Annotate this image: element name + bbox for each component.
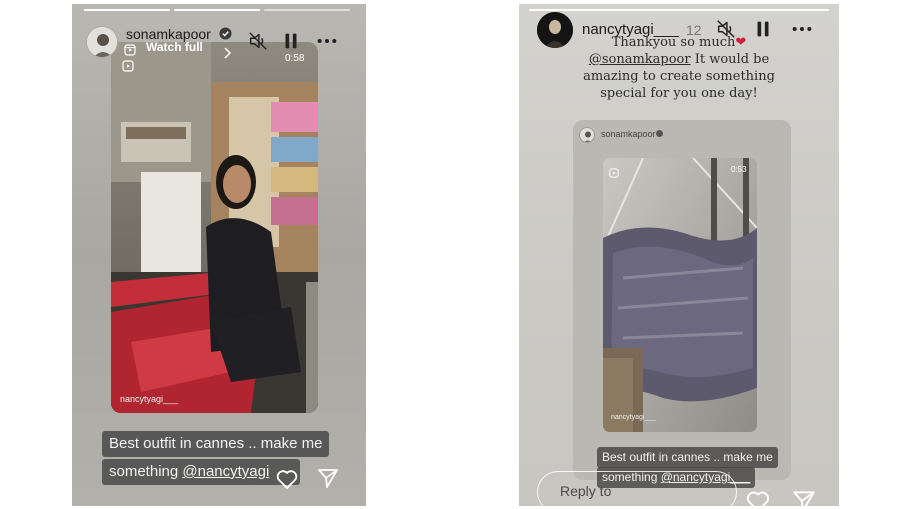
shared-caption-line1: Best outfit in cannes .. make me (597, 447, 778, 468)
like-heart-icon[interactable] (275, 467, 299, 491)
mute-icon[interactable] (247, 30, 269, 52)
like-heart-icon[interactable] (745, 488, 771, 506)
shared-story-card[interactable]: sonamkapoor 0:53 nancytyagi___ Best outf… (573, 120, 791, 480)
story-caption-line1: Best outfit in cannes .. make me (102, 431, 330, 457)
story-progress-segment (529, 9, 829, 11)
message-line: Thankyou so much❤ (519, 34, 839, 51)
avatar[interactable] (86, 26, 118, 58)
caption-text: something (109, 463, 183, 480)
story-progress-segment (84, 9, 170, 11)
caption-mention[interactable]: @nancytyagi (182, 463, 269, 480)
video-watermark: nancytyagi___ (120, 394, 179, 404)
story-progress-segment (174, 9, 260, 11)
video-duration: 0:58 (285, 53, 305, 64)
reply-placeholder: Reply to (560, 483, 612, 499)
avatar (579, 127, 595, 143)
shared-story-username: sonamkapoor (601, 129, 656, 139)
reel-video-thumbnail (111, 42, 318, 413)
send-icon[interactable] (316, 466, 340, 490)
more-icon[interactable] (316, 30, 338, 52)
reels-icon (124, 43, 136, 56)
message-line: amazing to create something (583, 69, 775, 84)
video-watermark: nancytyagi___ (611, 414, 657, 421)
story-viewer-right: nancytyagi___ 12 Thankyou so much❤ @sona… (519, 4, 839, 506)
reel-video-frame[interactable]: nancytyagi___ (111, 42, 318, 413)
watch-full-link[interactable]: Watch full (146, 40, 203, 54)
video-duration: 0:53 (731, 165, 747, 174)
message-line: special for you one day! (600, 86, 758, 101)
story-viewer-left: nancytyagi___ sonamkapoor Watch full 0:5… (72, 4, 366, 506)
reel-small-icon (609, 165, 619, 178)
story-progress-segment (264, 9, 350, 11)
verified-badge-icon (656, 130, 663, 137)
send-icon[interactable] (791, 488, 817, 506)
story-caption-line2: something @nancytyagi (102, 459, 300, 485)
heart-emoji-icon: ❤ (735, 35, 747, 50)
shared-video-frame[interactable]: 0:53 nancytyagi___ (603, 158, 757, 432)
story-message: Thankyou so much❤ @sonamkapoor It would … (519, 34, 839, 102)
message-line: @sonamkapoor It would be (519, 51, 839, 68)
reel-small-icon (122, 59, 134, 72)
message-text: Thankyou so much (611, 35, 736, 50)
message-text: It would be (690, 52, 770, 67)
shared-video-thumbnail (603, 158, 757, 432)
chevron-right-icon[interactable] (222, 46, 232, 59)
verified-badge-icon (219, 27, 232, 40)
message-mention[interactable]: @sonamkapoor (589, 52, 691, 67)
reply-input[interactable]: Reply to (537, 471, 737, 506)
pause-icon[interactable] (280, 30, 302, 52)
